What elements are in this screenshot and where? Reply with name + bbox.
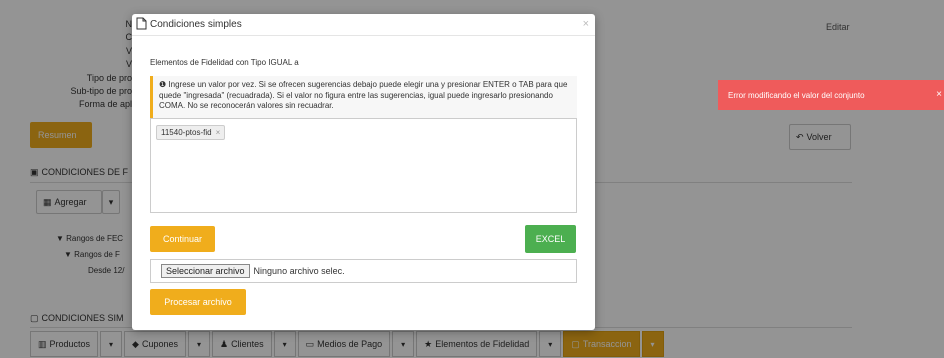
close-icon[interactable]: × (936, 89, 942, 100)
modal-header: Condiciones simples × (132, 14, 595, 36)
conditions-modal: Condiciones simples × Elementos de Fidel… (132, 14, 595, 330)
value-tag: 11540-ptos-fid × (156, 125, 226, 140)
process-file-button[interactable]: Procesar archivo (150, 289, 246, 315)
info-box: ❶ Ingrese un valor por vez. Si se ofrece… (150, 76, 577, 121)
select-file-button[interactable]: Seleccionar archivo (161, 264, 250, 278)
info-icon: ❶ (159, 80, 167, 89)
error-message: Error modificando el valor del conjunto (728, 90, 865, 100)
values-input[interactable]: 11540-ptos-fid × (150, 118, 577, 213)
info-text: Ingrese un valor por vez. Si se ofrecen … (159, 80, 568, 110)
file-status: Ninguno archivo selec. (253, 266, 345, 276)
modal-title: Condiciones simples (150, 19, 242, 30)
excel-button[interactable]: EXCEL (525, 225, 576, 253)
tag-label: 11540-ptos-fid (161, 128, 212, 137)
close-icon[interactable]: × (583, 18, 589, 30)
tag-remove-icon[interactable]: × (216, 128, 221, 137)
file-input: Seleccionar archivo Ninguno archivo sele… (150, 259, 577, 283)
modal-subtitle: Elementos de Fidelidad con Tipo IGUAL a (150, 58, 299, 67)
file-icon (136, 17, 147, 33)
error-toast: Error modificando el valor del conjunto … (718, 80, 944, 110)
continue-button[interactable]: Continuar (150, 226, 215, 252)
